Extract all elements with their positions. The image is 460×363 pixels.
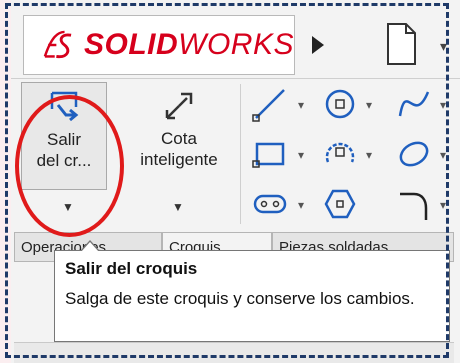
chevron-down-icon[interactable]: ▼ (172, 200, 184, 214)
smart-dimension-button[interactable]: Cota inteligente (127, 82, 231, 190)
chevron-down-icon[interactable]: ▾ (366, 98, 372, 112)
brand-name: SOLIDWORKS (83, 28, 294, 61)
feature-toolbar-strip (14, 342, 454, 363)
circle-icon[interactable] (322, 86, 358, 122)
ellipse-icon[interactable] (396, 136, 432, 172)
new-document-icon[interactable] (384, 22, 418, 66)
solidworks-logo[interactable]: SOLIDWORKS (23, 15, 295, 75)
fillet-icon[interactable] (396, 186, 432, 222)
divider (240, 84, 241, 224)
divider (11, 78, 460, 79)
highlight-oval (15, 95, 124, 237)
page-edge (0, 0, 11, 363)
chevron-down-icon[interactable]: ▾ (440, 38, 447, 55)
slot-icon[interactable] (252, 186, 288, 222)
play-triangle-icon (312, 36, 324, 54)
tooltip-body: Salga de este croquis y conserve los cam… (65, 289, 415, 308)
rectangle-icon[interactable] (252, 136, 288, 172)
chevron-down-icon[interactable]: ▾ (298, 98, 304, 112)
polygon-icon[interactable] (322, 186, 358, 222)
tooltip-pointer-fill (81, 242, 99, 252)
chevron-down-icon[interactable]: ▾ (440, 98, 446, 112)
exit-sketch-tooltip: Salir del croquis Salga de este croquis … (54, 250, 450, 342)
chevron-down-icon[interactable]: ▾ (440, 148, 446, 162)
chevron-down-icon[interactable]: ▾ (440, 198, 446, 212)
chevron-down-icon[interactable]: ▾ (298, 148, 304, 162)
smart-dimension-icon (165, 92, 193, 120)
smart-dimension-label: Cota inteligente (140, 129, 218, 169)
chevron-down-icon[interactable]: ▾ (366, 148, 372, 162)
tooltip-title: Salir del croquis (65, 259, 198, 278)
spline-icon[interactable] (396, 86, 432, 122)
ds-logo-icon (43, 30, 72, 59)
chevron-down-icon[interactable]: ▾ (298, 198, 304, 212)
line-icon[interactable] (252, 86, 288, 122)
arc-icon[interactable] (322, 136, 358, 172)
expand-arrow-button[interactable] (299, 15, 337, 75)
